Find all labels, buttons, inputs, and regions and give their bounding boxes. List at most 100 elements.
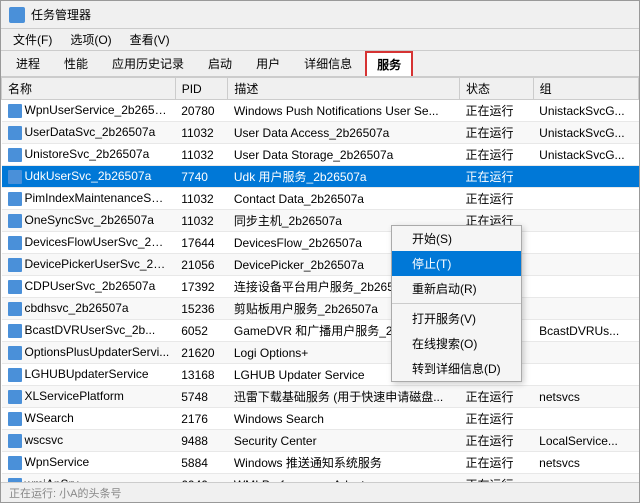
table-row[interactable]: WpnUserService_2b2650...20780Windows Pus…: [2, 100, 639, 122]
cell-name: UserDataSvc_2b26507a: [2, 122, 176, 144]
service-icon: [8, 236, 22, 250]
services-table: 名称 PID 描述 状态 组 WpnUserService_2b2650...2…: [1, 77, 639, 482]
cell-group: UnistackSvcG...: [533, 100, 638, 122]
tab-services[interactable]: 服务: [365, 51, 413, 76]
cell-desc: Udk 用户服务_2b26507a: [228, 166, 460, 188]
cell-name: LGHUBUpdaterService: [2, 364, 176, 386]
table-row[interactable]: DevicesFlowUserSvc_2b2...17644DevicesFlo…: [2, 232, 639, 254]
tab-performance[interactable]: 性能: [53, 51, 99, 76]
cell-group: [533, 342, 638, 364]
cell-desc: Windows Search: [228, 408, 460, 430]
tabs-bar: 进程 性能 应用历史记录 启动 用户 详细信息 服务: [1, 51, 639, 77]
cell-name: UdkUserSvc_2b26507a: [2, 166, 176, 188]
cell-status: 正在运行: [459, 122, 533, 144]
cell-status: 正在运行: [459, 408, 533, 430]
cell-name: DevicePickerUserSvc_2b...: [2, 254, 176, 276]
cell-name: WSearch: [2, 408, 176, 430]
service-icon: [8, 302, 22, 316]
cell-group: [533, 276, 638, 298]
table-row[interactable]: BcastDVRUserSvc_2b...6052GameDVR 和广播用户服务…: [2, 320, 639, 342]
cell-status: 正在运行: [459, 386, 533, 408]
context-menu[interactable]: 开始(S) 停止(T) 重新启动(R) 打开服务(V) 在线搜索(O) 转到详细…: [391, 225, 522, 382]
app-icon: [9, 7, 25, 23]
cell-status: 正在运行: [459, 474, 533, 483]
table-row[interactable]: LGHUBUpdaterService13168LGHUB Updater Se…: [2, 364, 639, 386]
tab-processes[interactable]: 进程: [5, 51, 51, 76]
table-row[interactable]: DevicePickerUserSvc_2b...21056DevicePick…: [2, 254, 639, 276]
menu-file[interactable]: 文件(F): [5, 29, 60, 50]
context-menu-stop[interactable]: 停止(T): [392, 251, 521, 276]
col-header-status[interactable]: 状态: [459, 78, 533, 100]
col-header-desc[interactable]: 描述: [228, 78, 460, 100]
table-row[interactable]: cbdhsvc_2b26507a15236剪贴板用户服务_2b26507a正在: [2, 298, 639, 320]
table-row[interactable]: PimIndexMaintenanceSvc...11032Contact Da…: [2, 188, 639, 210]
context-menu-start[interactable]: 开始(S): [392, 226, 521, 251]
table-row[interactable]: wscsvc9488Security Center正在运行LocalServic…: [2, 430, 639, 452]
tab-startup[interactable]: 启动: [197, 51, 243, 76]
service-icon: [8, 104, 22, 118]
table-row[interactable]: OptionsPlusUpdaterServi...21620Logi Opti…: [2, 342, 639, 364]
table-row[interactable]: WpnService5884Windows 推送通知系统服务正在运行netsvc…: [2, 452, 639, 474]
service-icon: [8, 258, 22, 272]
service-icon: [8, 126, 22, 140]
table-row[interactable]: WSearch2176Windows Search正在运行: [2, 408, 639, 430]
menu-options[interactable]: 选项(O): [62, 29, 119, 50]
tab-users[interactable]: 用户: [245, 51, 291, 76]
cell-group: netsvcs: [533, 386, 638, 408]
context-menu-goto-details[interactable]: 转到详细信息(D): [392, 356, 521, 381]
col-header-pid[interactable]: PID: [175, 78, 228, 100]
service-icon: [8, 390, 22, 404]
cell-group: [533, 298, 638, 320]
cell-pid: 17392: [175, 276, 228, 298]
cell-desc: Windows 推送通知系统服务: [228, 452, 460, 474]
cell-name: OneSyncSvc_2b26507a: [2, 210, 176, 232]
col-header-name[interactable]: 名称: [2, 78, 176, 100]
cell-pid: 2176: [175, 408, 228, 430]
context-menu-restart[interactable]: 重新启动(R): [392, 276, 521, 301]
menu-view[interactable]: 查看(V): [122, 29, 178, 50]
tab-app-history[interactable]: 应用历史记录: [101, 51, 195, 76]
cell-group: BcastDVRUs...: [533, 320, 638, 342]
cell-pid: 15236: [175, 298, 228, 320]
cell-pid: 5884: [175, 452, 228, 474]
service-icon: [8, 280, 22, 294]
service-icon: [8, 346, 22, 360]
cell-status: 正在运行: [459, 100, 533, 122]
window-title: 任务管理器: [31, 6, 91, 23]
context-menu-search-online[interactable]: 在线搜索(O): [392, 331, 521, 356]
cell-name: UnistoreSvc_2b26507a: [2, 144, 176, 166]
table-row[interactable]: UnistoreSvc_2b26507a11032User Data Stora…: [2, 144, 639, 166]
cell-pid: 21620: [175, 342, 228, 364]
cell-group: [533, 254, 638, 276]
services-table-container[interactable]: 名称 PID 描述 状态 组 WpnUserService_2b2650...2…: [1, 77, 639, 482]
table-row[interactable]: XLServicePlatform5748迅雷下载基础服务 (用于快速申请磁盘.…: [2, 386, 639, 408]
cell-group: [533, 188, 638, 210]
cell-status: 正在运行: [459, 188, 533, 210]
service-icon: [8, 170, 22, 184]
table-row[interactable]: UserDataSvc_2b26507a11032User Data Acces…: [2, 122, 639, 144]
service-icon: [8, 434, 22, 448]
cell-pid: 11032: [175, 144, 228, 166]
services-table-body: WpnUserService_2b2650...20780Windows Pus…: [2, 100, 639, 483]
table-row[interactable]: OneSyncSvc_2b26507a11032同步主机_2b26507a正在运…: [2, 210, 639, 232]
table-row[interactable]: UdkUserSvc_2b26507a7740Udk 用户服务_2b26507a…: [2, 166, 639, 188]
context-menu-open-services[interactable]: 打开服务(V): [392, 306, 521, 331]
context-menu-separator: [392, 303, 521, 304]
cell-name: OptionsPlusUpdaterServi...: [2, 342, 176, 364]
col-header-group[interactable]: 组: [533, 78, 638, 100]
cell-pid: 11032: [175, 210, 228, 232]
cell-name: BcastDVRUserSvc_2b...: [2, 320, 176, 342]
cell-desc: WMI Performance Adapter: [228, 474, 460, 483]
cell-pid: 20780: [175, 100, 228, 122]
cell-pid: 9488: [175, 430, 228, 452]
service-icon: [8, 324, 22, 338]
cell-pid: 5748: [175, 386, 228, 408]
tab-details[interactable]: 详细信息: [293, 51, 363, 76]
cell-name: DevicesFlowUserSvc_2b2...: [2, 232, 176, 254]
service-icon: [8, 412, 22, 426]
table-header-row: 名称 PID 描述 状态 组: [2, 78, 639, 100]
table-row[interactable]: CDPUserSvc_2b26507a17392连接设备平台用户服务_2b265…: [2, 276, 639, 298]
status-bar: 正在运行: 小A的头条号: [1, 482, 639, 502]
cell-group: LocalService...: [533, 430, 638, 452]
table-row[interactable]: wmiApSrv6040WMI Performance Adapter正在运行: [2, 474, 639, 483]
